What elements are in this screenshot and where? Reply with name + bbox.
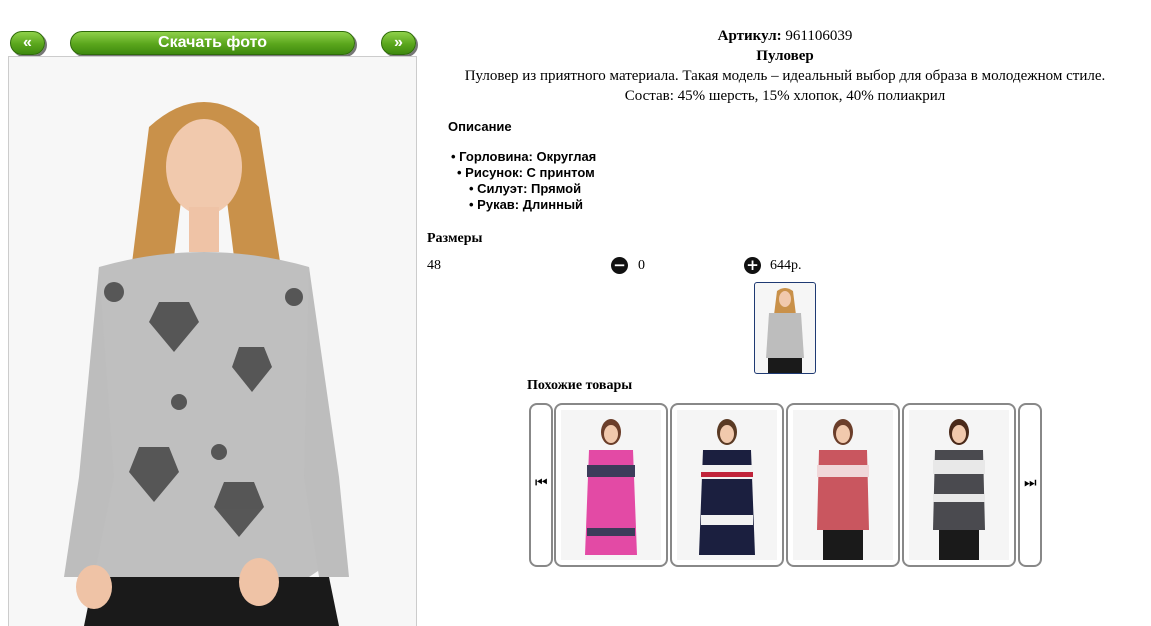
prev-photo-button[interactable]: « [10, 31, 45, 55]
skip-back-icon: ⏮ [535, 475, 548, 491]
size-value: 48 [427, 258, 441, 273]
product-thumbnail[interactable] [754, 282, 816, 374]
sizes-title: Размеры [427, 231, 483, 246]
spec-item: • Рукав: Длинный [469, 197, 584, 212]
product-composition: Состав: 45% шерсть, 15% хлопок, 40% поли… [624, 88, 946, 104]
price-value: 644р. [770, 258, 802, 273]
similar-product-card[interactable] [670, 403, 784, 567]
similar-product-card[interactable] [554, 403, 668, 567]
spec-item: • Рисунок: С принтом [457, 165, 595, 180]
increase-quantity-icon[interactable]: + [744, 257, 761, 274]
article-label: Артикул: [717, 28, 782, 44]
product-name: Пуловер [756, 48, 814, 64]
product-description: Пуловер из приятного материала. Такая мо… [464, 68, 1106, 84]
quantity-value: 0 [638, 258, 645, 273]
skip-forward-icon: ⏭ [1024, 475, 1037, 491]
main-product-photo [8, 56, 417, 626]
spec-sleeve: Рукав: Длинный [477, 197, 584, 212]
next-photo-button[interactable]: » [381, 31, 416, 55]
similar-products-title: Похожие товары [527, 378, 633, 393]
article-value: 961106039 [785, 28, 853, 44]
product-info: Артикул: 961106039 Пуловер Пуловер из пр… [420, 26, 1150, 106]
specs-title: Описание [448, 119, 512, 134]
spec-item: • Силуэт: Прямой [469, 181, 582, 196]
similar-product-card[interactable] [786, 403, 900, 567]
spec-neckline: Горловина: Округлая [459, 149, 597, 164]
carousel-prev-button[interactable]: ⏮ [529, 403, 553, 567]
spec-item: • Горловина: Округлая [451, 149, 597, 164]
download-photo-button[interactable]: Скачать фото [70, 31, 355, 55]
spec-pattern: Рисунок: С принтом [465, 165, 595, 180]
carousel-next-button[interactable]: ⏭ [1018, 403, 1042, 567]
article-line: Артикул: 961106039 [420, 26, 1150, 46]
spec-silhouette: Силуэт: Прямой [477, 181, 582, 196]
similar-product-card[interactable] [902, 403, 1016, 567]
decrease-quantity-icon[interactable]: − [611, 257, 628, 274]
specs-block: Описание • Горловина: Округлая • Рисунок… [448, 119, 596, 212]
